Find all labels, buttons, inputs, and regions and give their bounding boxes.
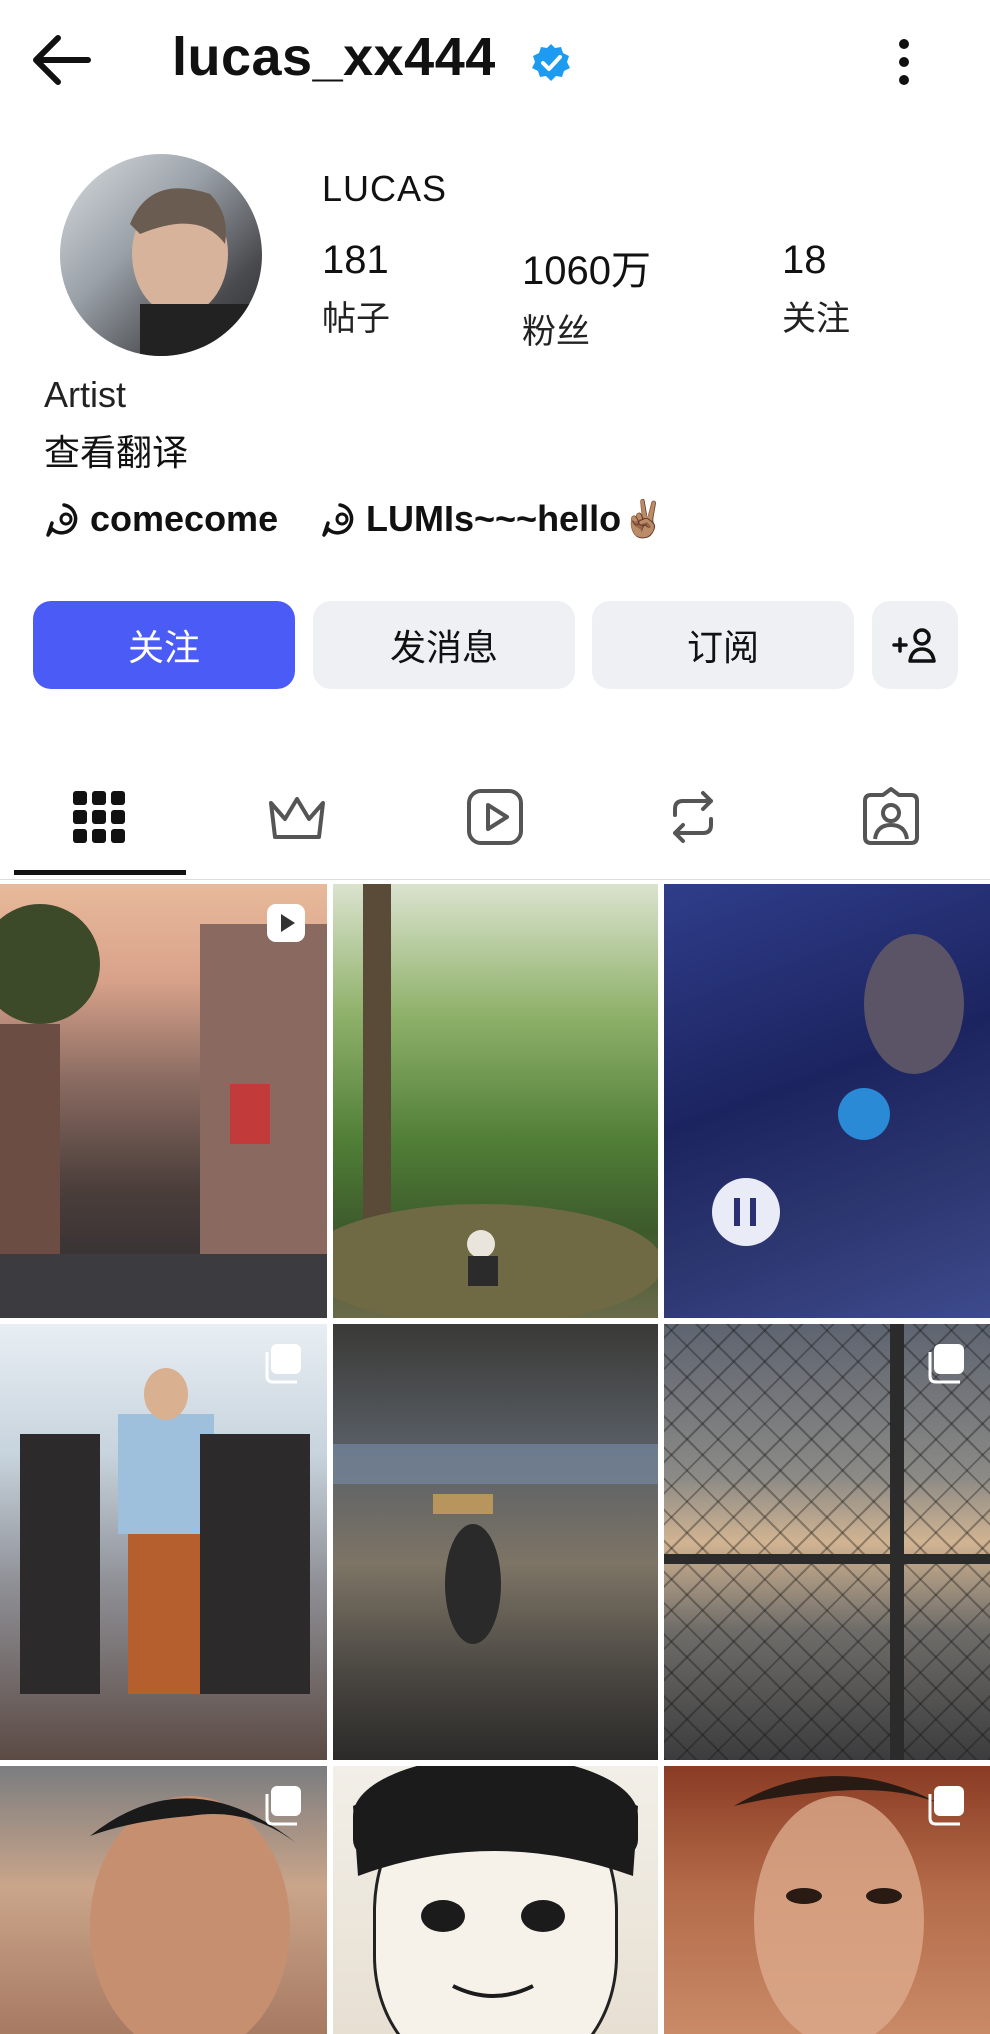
post-thumbnail-6[interactable] <box>664 1324 990 1760</box>
post-thumbnail-5[interactable] <box>333 1324 658 1760</box>
following-label: 关注 <box>782 300 850 338</box>
tagged-icon <box>863 787 919 845</box>
tab-grid[interactable] <box>14 760 184 874</box>
threads-link-1-label: comecome <box>90 498 279 539</box>
reposts-icon <box>673 791 713 843</box>
threads-link-2-label: LUMIs~~~hello✌🏽 <box>366 498 666 539</box>
add-person-icon <box>892 628 936 663</box>
threads-link-1[interactable]: comecome <box>44 498 278 540</box>
carousel-badge-icon <box>928 1344 964 1384</box>
see-translation-link[interactable]: 查看翻译 <box>44 424 188 476</box>
subscribe-button[interactable]: 订阅 <box>592 601 854 689</box>
carousel-badge-icon <box>265 1344 301 1384</box>
reel-badge-icon <box>267 904 305 942</box>
carousel-badge-icon <box>265 1786 301 1826</box>
threads-icon <box>322 503 354 537</box>
active-tab-indicator <box>14 870 186 875</box>
display-name: LUCAS <box>322 168 448 209</box>
profile-tabs <box>0 760 990 880</box>
following-number: 18 <box>782 238 827 282</box>
post-thumbnail-1[interactable] <box>0 884 327 1318</box>
avatar[interactable] <box>60 154 262 356</box>
carousel-badge-icon <box>928 1786 964 1826</box>
more-options-icon[interactable] <box>880 30 928 94</box>
username-handle: lucas_xx444 <box>172 27 496 87</box>
following-count[interactable]: 18 关注 <box>782 238 850 340</box>
post-thumbnail-7[interactable] <box>0 1766 327 2034</box>
top-bar: lucas_xx444 <box>0 0 990 130</box>
posts-count[interactable]: 181 帖子 <box>322 238 390 340</box>
bio-text: Artist <box>44 374 127 415</box>
post-thumbnail-8[interactable] <box>333 1766 658 2034</box>
verified-badge-icon <box>530 42 572 84</box>
tab-subscriber[interactable] <box>212 760 382 874</box>
crown-icon <box>269 797 325 839</box>
reels-icon <box>467 789 523 845</box>
tab-tagged[interactable] <box>806 760 976 874</box>
suggested-users-button[interactable] <box>872 601 958 689</box>
followers-number: 1060万 <box>522 249 651 293</box>
tab-reposts[interactable] <box>608 760 778 874</box>
tabs-divider <box>0 879 990 880</box>
followers-label: 粉丝 <box>522 313 590 351</box>
post-thumbnail-3[interactable] <box>664 884 990 1318</box>
grid-icon <box>73 791 125 843</box>
follow-button[interactable]: 关注 <box>33 601 295 689</box>
message-button[interactable]: 发消息 <box>313 601 575 689</box>
post-thumbnail-2[interactable] <box>333 884 658 1318</box>
posts-number: 181 <box>322 238 389 282</box>
threads-link-2[interactable]: LUMIs~~~hello✌🏽 <box>320 498 666 540</box>
post-thumbnail-9[interactable] <box>664 1766 990 2034</box>
back-arrow-icon[interactable] <box>28 28 104 92</box>
profile-screen: lucas_xx444 LUCAS 181 帖子 1060万 粉丝 18 关注 … <box>0 0 990 2034</box>
threads-icon <box>46 503 78 537</box>
tab-reels[interactable] <box>410 760 580 874</box>
post-thumbnail-4[interactable] <box>0 1324 327 1760</box>
posts-label: 帖子 <box>322 300 390 338</box>
followers-count[interactable]: 1060万 粉丝 <box>522 238 651 353</box>
